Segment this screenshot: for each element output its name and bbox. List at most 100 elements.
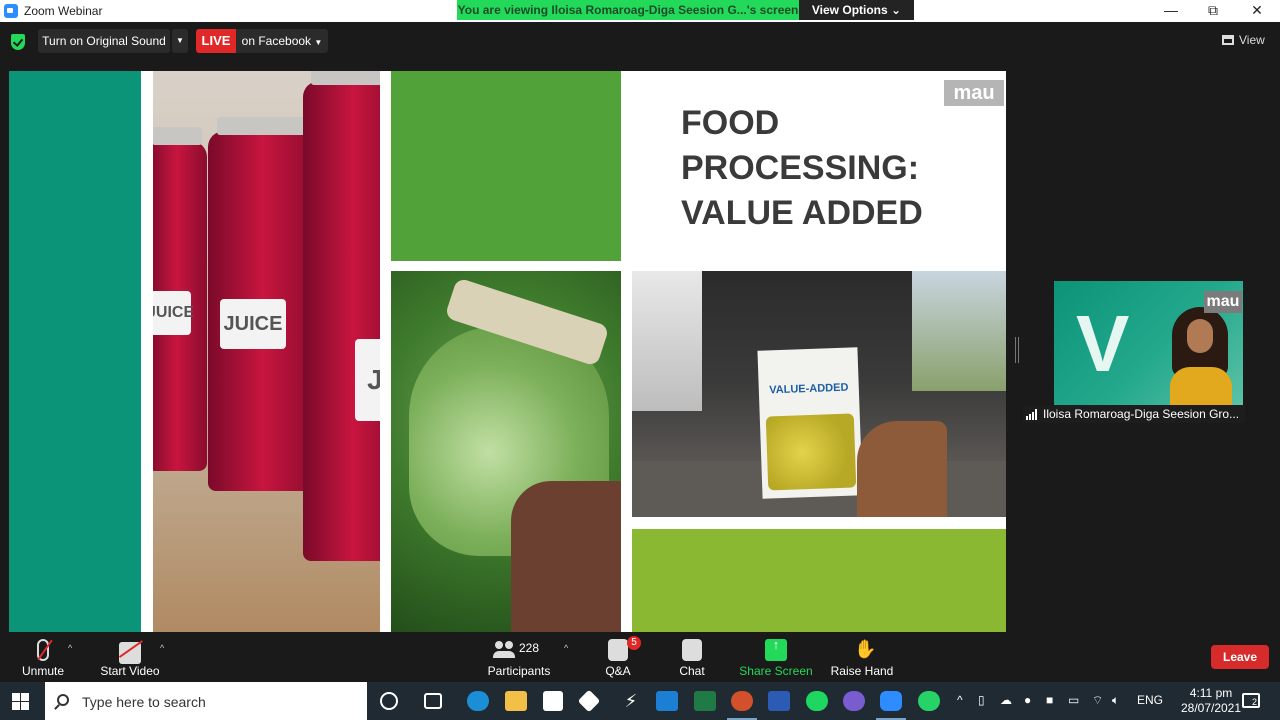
mail-icon[interactable] bbox=[656, 691, 678, 711]
wifi-icon[interactable]: ⌔ bbox=[1092, 693, 1103, 708]
audio-options-caret[interactable]: ^ bbox=[68, 643, 72, 653]
spotify-icon[interactable] bbox=[806, 691, 828, 711]
booklet-title: VALUE-ADDED bbox=[769, 381, 849, 397]
layout-icon bbox=[1222, 35, 1234, 45]
windows-start-icon[interactable] bbox=[12, 693, 29, 710]
participant-name: Iloisa Romaroag-Diga Seesion Gro... bbox=[1043, 407, 1240, 421]
juice-jar: JUICE bbox=[208, 117, 318, 491]
notification-count: 2 bbox=[1252, 697, 1258, 707]
unmute-button[interactable]: Unmute bbox=[14, 633, 72, 682]
chat-icon bbox=[682, 639, 702, 661]
view-layout-button[interactable]: View bbox=[1222, 33, 1265, 47]
live-on-label: on Facebook bbox=[241, 34, 312, 48]
signal-bars-icon bbox=[1026, 409, 1040, 420]
onedrive-icon[interactable]: ☁ bbox=[1000, 693, 1012, 707]
clock-time: 4:11 pm bbox=[1189, 686, 1233, 700]
restore-button[interactable]: ⧉ bbox=[1192, 0, 1234, 22]
video-off-icon bbox=[119, 642, 141, 664]
hand bbox=[511, 481, 621, 632]
hand bbox=[857, 421, 947, 517]
original-sound-button[interactable]: Turn on Original Sound bbox=[38, 29, 170, 53]
powerpoint-icon[interactable] bbox=[727, 691, 757, 720]
slide-title-line: PROCESSING: bbox=[681, 149, 920, 187]
zoom-taskbar-icon[interactable] bbox=[876, 691, 906, 720]
panel-resize-handle[interactable] bbox=[1015, 337, 1019, 363]
task-view-icon[interactable] bbox=[424, 693, 442, 709]
excel-icon[interactable] bbox=[694, 691, 716, 711]
whatsapp-icon[interactable] bbox=[918, 691, 940, 711]
word-icon[interactable] bbox=[768, 691, 790, 711]
title-bar: Zoom Webinar You are viewing Iloisa Roma… bbox=[0, 0, 1280, 22]
qa-count-badge: 5 bbox=[627, 636, 641, 650]
share-screen-button[interactable]: Share Screen bbox=[738, 633, 814, 682]
security-shield-icon[interactable] bbox=[11, 34, 25, 50]
zoom-webinar-window: Zoom Webinar You are viewing Iloisa Roma… bbox=[0, 0, 1280, 720]
juice-jar: JUICE bbox=[153, 127, 207, 471]
tray-mic-icon[interactable]: ● bbox=[1024, 693, 1031, 707]
share-screen-label: Share Screen bbox=[739, 664, 813, 678]
live-badge: LIVE bbox=[196, 29, 236, 53]
edge-icon[interactable] bbox=[467, 691, 489, 711]
store-icon[interactable] bbox=[543, 691, 563, 711]
cafe-workshop-photo: VALUE-ADDED bbox=[632, 271, 1006, 517]
start-video-button[interactable]: Start Video bbox=[96, 633, 164, 682]
participants-button[interactable]: 228 Participants bbox=[484, 633, 554, 682]
tray-device-icon[interactable]: ▯ bbox=[978, 693, 985, 707]
participant-avatar bbox=[1170, 307, 1232, 405]
raise-hand-button[interactable]: ✋ Raise Hand bbox=[830, 633, 894, 682]
video-options-caret[interactable]: ^ bbox=[160, 643, 164, 653]
zoom-app-icon bbox=[4, 4, 18, 18]
qa-label: Q&A bbox=[605, 664, 631, 678]
participant-video-tile[interactable]: V mau bbox=[1054, 281, 1243, 405]
notifications-icon[interactable]: 2 bbox=[1242, 693, 1260, 708]
chat-button[interactable]: Chat bbox=[670, 633, 714, 682]
mau-logo: mau bbox=[1204, 291, 1242, 313]
viber-icon[interactable] bbox=[843, 691, 865, 711]
search-placeholder: Type here to search bbox=[82, 694, 206, 710]
chat-label: Chat bbox=[679, 664, 705, 678]
teal-decor-bar bbox=[9, 71, 141, 632]
language-indicator[interactable]: ENG bbox=[1137, 693, 1163, 707]
taskbar-search-box[interactable]: Type here to search bbox=[45, 682, 367, 720]
chevron-down-icon: ⌄ bbox=[891, 3, 902, 17]
jar-label: JUICE bbox=[153, 291, 194, 335]
app-icon[interactable]: ⚡ bbox=[620, 691, 642, 711]
green-decor-block bbox=[391, 71, 621, 261]
taskbar-clock[interactable]: 4:11 pm 28/07/2021 bbox=[1176, 686, 1246, 716]
cortana-icon[interactable] bbox=[380, 692, 398, 710]
app-title: Zoom Webinar bbox=[24, 4, 103, 18]
view-options-label: View Options bbox=[811, 3, 888, 17]
view-label: View bbox=[1239, 33, 1265, 47]
tray-expand-icon[interactable]: ^ bbox=[957, 693, 963, 707]
file-explorer-icon[interactable] bbox=[505, 691, 527, 711]
battery-icon[interactable]: ▭ bbox=[1068, 693, 1079, 707]
volume-icon[interactable]: 🔈︎ bbox=[1112, 693, 1119, 708]
juice-bottles-photo: JUICE JUICE JU bbox=[153, 71, 380, 632]
search-icon bbox=[57, 694, 69, 706]
jar-label: JU bbox=[355, 339, 380, 421]
slide-title-line: VALUE ADDED bbox=[681, 194, 923, 232]
windows-taskbar: Type here to search ⚡ ^ ▯ ☁ ● ■ ▭ ⌔ 🔈︎ E… bbox=[0, 682, 1280, 720]
slide-title: FOOD PROCESSING: VALUE ADDED bbox=[681, 101, 981, 236]
participants-icon bbox=[493, 641, 515, 658]
viewing-screen-banner: You are viewing Iloisa Romaroag-Diga See… bbox=[457, 0, 799, 20]
dropbox-icon[interactable] bbox=[577, 689, 601, 713]
participant-name-label: Iloisa Romaroag-Diga Seesion Gro... bbox=[1023, 405, 1245, 423]
shared-screen-slide: JUICE JUICE JU mau FOOD PROCESSING: VALU… bbox=[9, 71, 1006, 632]
chevron-down-icon: ▼ bbox=[176, 36, 184, 45]
unmute-label: Unmute bbox=[21, 664, 65, 678]
tray-app-icon[interactable]: ■ bbox=[1046, 693, 1053, 707]
minimize-button[interactable]: — bbox=[1150, 0, 1192, 22]
value-added-booklet: VALUE-ADDED bbox=[757, 347, 863, 499]
original-sound-dropdown[interactable]: ▼ bbox=[172, 29, 188, 53]
live-on-facebook-button[interactable]: on Facebook ▼ bbox=[236, 29, 328, 53]
view-options-button[interactable]: View Options ⌄ bbox=[799, 0, 914, 20]
close-button[interactable]: ✕ bbox=[1236, 0, 1278, 22]
participants-options-caret[interactable]: ^ bbox=[564, 643, 568, 653]
juice-jar: JU bbox=[303, 71, 380, 561]
pickle-jar-photo bbox=[391, 271, 621, 632]
leave-button[interactable]: Leave bbox=[1211, 645, 1269, 669]
raise-hand-icon: ✋ bbox=[854, 639, 877, 659]
clock-date: 28/07/2021 bbox=[1180, 701, 1242, 715]
lime-decor-block bbox=[632, 529, 1006, 632]
